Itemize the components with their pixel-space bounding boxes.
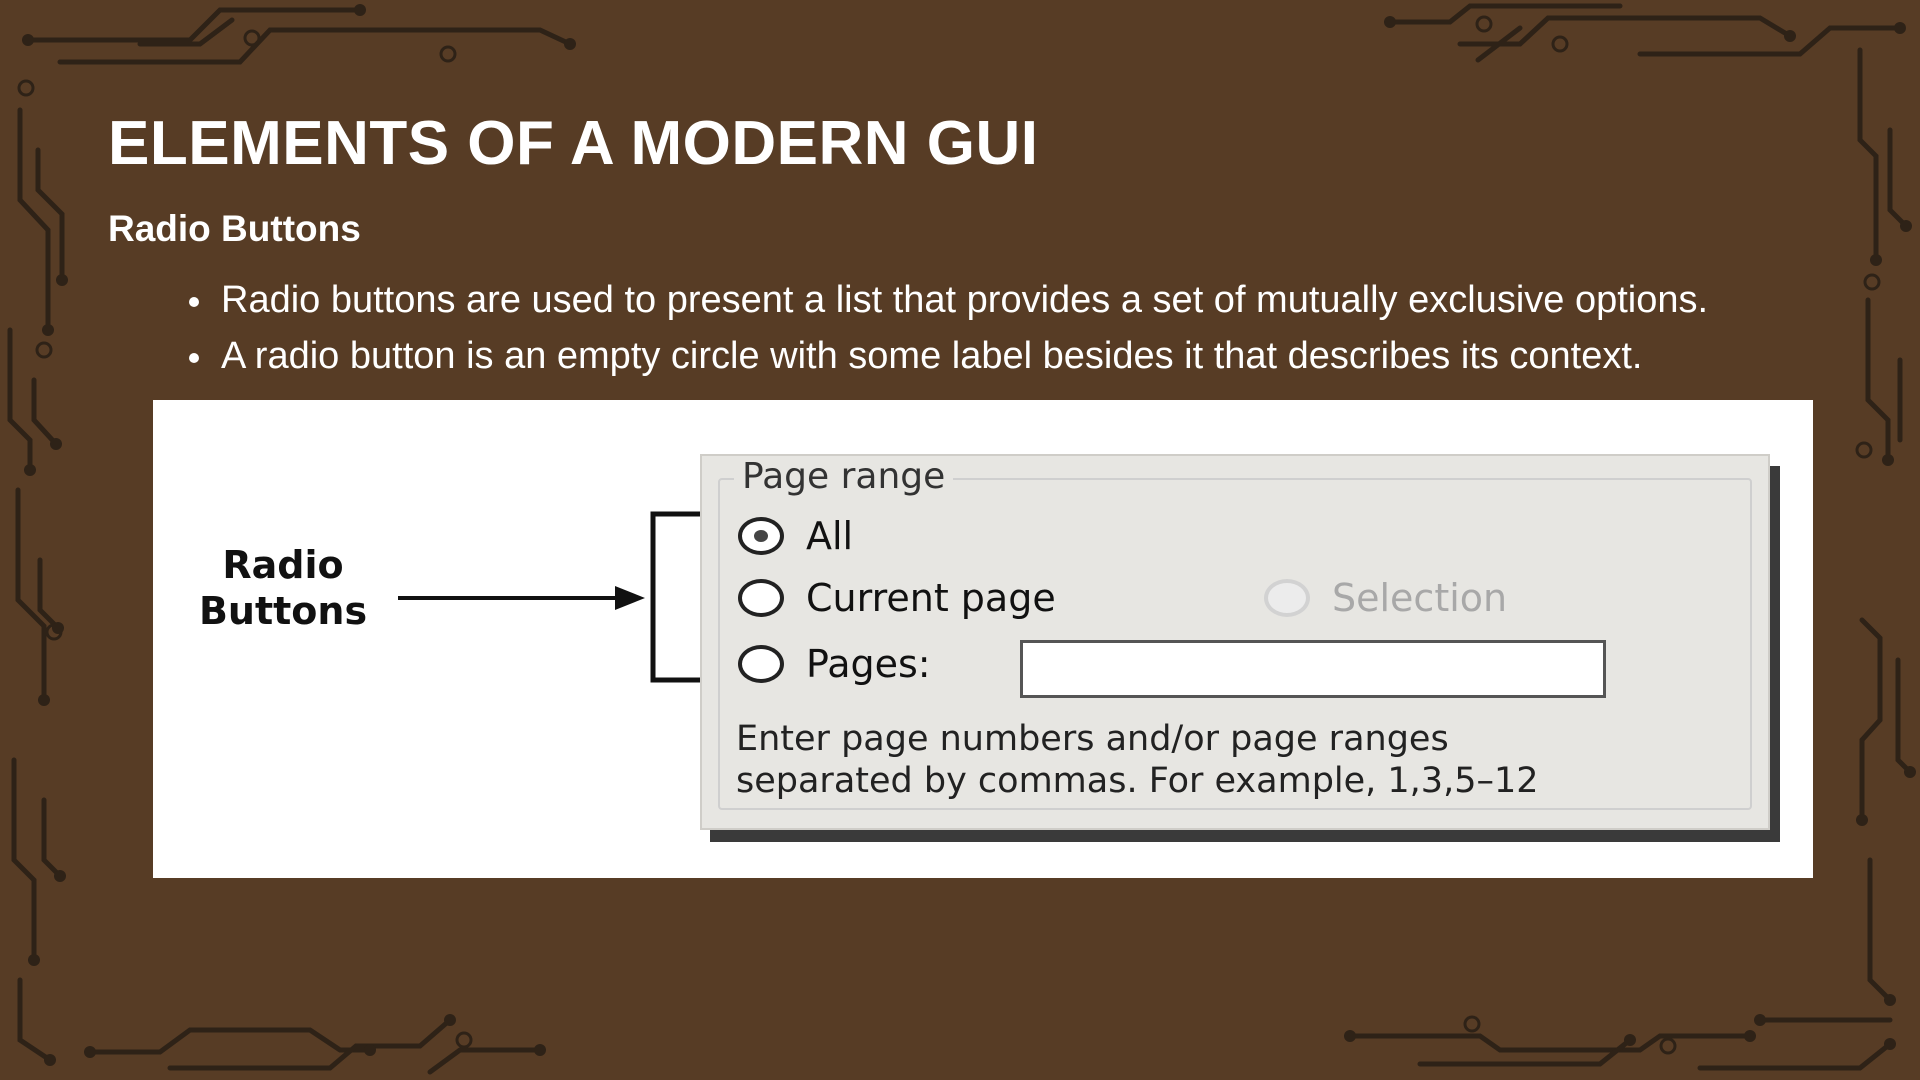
slide-title: ELEMENTS OF A MODERN GUI bbox=[108, 109, 1039, 178]
radio-option-current-page[interactable]: Current page bbox=[738, 576, 1056, 620]
bullet-item: A radio button is an empty circle with s… bbox=[185, 328, 1708, 384]
radio-label: Selection bbox=[1332, 576, 1508, 620]
slide-subtitle: Radio Buttons bbox=[108, 208, 361, 249]
help-text: Enter page numbers and/or page ranges se… bbox=[736, 719, 1539, 801]
radio-button[interactable] bbox=[1264, 579, 1310, 617]
radio-option-pages[interactable]: Pages: bbox=[738, 642, 931, 686]
radio-label: Pages: bbox=[806, 642, 931, 686]
pages-input[interactable] bbox=[1020, 640, 1606, 698]
radio-option-all[interactable]: All bbox=[738, 514, 853, 558]
radio-button[interactable] bbox=[738, 579, 784, 617]
radio-button[interactable] bbox=[738, 517, 784, 555]
radio-button[interactable] bbox=[738, 645, 784, 683]
page-range-group: Page range All Current page Selection Pa… bbox=[700, 454, 1770, 830]
bullet-item: Radio buttons are used to present a list… bbox=[185, 272, 1708, 328]
radio-buttons-figure: Radio Buttons Page range All Current pag… bbox=[153, 400, 1813, 878]
group-legend: Page range bbox=[734, 456, 954, 497]
radio-label: Current page bbox=[806, 576, 1056, 620]
bullet-list: Radio buttons are used to present a list… bbox=[185, 272, 1708, 384]
radio-option-selection[interactable]: Selection bbox=[1264, 576, 1507, 620]
radio-label: All bbox=[806, 514, 854, 558]
radio-selected-dot bbox=[754, 530, 768, 542]
